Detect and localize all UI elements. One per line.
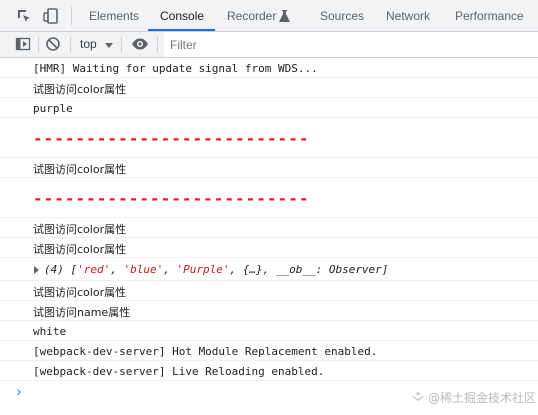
- console-message: --------------------------: [0, 118, 538, 158]
- console-message-text: white: [33, 325, 67, 338]
- console-message: [HMR] Waiting for update signal from WDS…: [0, 58, 538, 78]
- tab-recorder-label: Recorder: [227, 9, 277, 23]
- recorder-flask-icon: [279, 10, 290, 22]
- console-toolbar: top: [0, 32, 538, 58]
- console-message: [webpack-dev-server] Live Reloading enab…: [0, 361, 538, 381]
- array-preview-sep: ,: [110, 263, 124, 276]
- clear-console-icon[interactable]: [45, 36, 61, 52]
- console-message: [webpack-dev-server] Hot Module Replacem…: [0, 341, 538, 361]
- array-item-string: 'blue': [123, 263, 164, 276]
- console-message: 试图访问color属性: [0, 158, 538, 178]
- console-message-text: 试图访问color属性: [33, 223, 127, 236]
- console-message-text: 试图访问color属性: [33, 243, 127, 256]
- inspect-element-icon[interactable]: [15, 7, 33, 25]
- tab-network[interactable]: Network: [386, 0, 430, 31]
- tab-elements[interactable]: Elements: [89, 0, 139, 31]
- toolbar-divider: [38, 37, 39, 52]
- active-tab-indicator: [148, 29, 215, 31]
- array-preview-prefix: (4) [: [44, 263, 78, 276]
- console-message-text: 试图访问name属性: [33, 306, 131, 319]
- watermark-text: @稀土掘金技术社区: [428, 391, 537, 405]
- console-message-object[interactable]: (4) ['red', 'blue', 'Purple', {…}, __ob_…: [0, 258, 538, 281]
- console-output: [HMR] Waiting for update signal from WDS…: [0, 58, 538, 415]
- tab-recorder[interactable]: Recorder: [227, 0, 276, 31]
- array-preview-suffix: , {…}, __ob__: Observer]: [229, 263, 389, 276]
- eye-icon[interactable]: [131, 36, 149, 52]
- console-message-text: [webpack-dev-server] Live Reloading enab…: [33, 365, 325, 378]
- device-toggle-icon[interactable]: [42, 7, 60, 25]
- console-filter-input[interactable]: [164, 32, 538, 57]
- console-message: 试图访问name属性: [0, 301, 538, 321]
- context-selector[interactable]: top: [80, 32, 97, 57]
- separator-line: --------------------------: [33, 129, 310, 148]
- console-message-text: [HMR] Waiting for update signal from WDS…: [33, 62, 318, 75]
- separator-line: --------------------------: [33, 189, 310, 208]
- devtools-tab-strip: Elements Console Recorder Sources Networ…: [0, 0, 538, 32]
- console-message-text: 试图访问color属性: [33, 286, 127, 299]
- console-message: --------------------------: [0, 178, 538, 218]
- toolbar-divider: [121, 37, 122, 52]
- tab-console[interactable]: Console: [160, 0, 204, 31]
- console-message-text: [webpack-dev-server] Hot Module Replacem…: [33, 345, 378, 358]
- tab-sources[interactable]: Sources: [320, 0, 364, 31]
- console-message: 试图访问color属性: [0, 218, 538, 238]
- expand-triangle-icon[interactable]: [34, 266, 39, 274]
- console-message: 试图访问color属性: [0, 281, 538, 301]
- chevron-down-icon[interactable]: [105, 43, 113, 48]
- array-preview[interactable]: (4) ['red', 'blue', 'Purple', {…}, __ob_…: [44, 263, 388, 276]
- console-message-text: purple: [33, 102, 73, 115]
- array-preview-sep: ,: [163, 263, 177, 276]
- array-item-string: 'Purple': [176, 263, 230, 276]
- toolbar-divider: [70, 37, 71, 52]
- juejin-logo-icon: [412, 392, 424, 401]
- console-message: white: [0, 321, 538, 341]
- array-item-string: 'red': [77, 263, 111, 276]
- toolbar-divider: [157, 37, 158, 52]
- console-message: purple: [0, 98, 538, 118]
- console-message: 试图访问color属性: [0, 78, 538, 98]
- console-message-text: 试图访问color属性: [33, 83, 127, 96]
- tab-performance[interactable]: Performance: [455, 0, 524, 31]
- console-message-text: 试图访问color属性: [33, 163, 127, 176]
- tab-strip-divider: [71, 7, 72, 25]
- console-message: 试图访问color属性: [0, 238, 538, 258]
- sidebar-toggle-icon[interactable]: [15, 36, 31, 52]
- console-prompt[interactable]: ›: [15, 385, 23, 400]
